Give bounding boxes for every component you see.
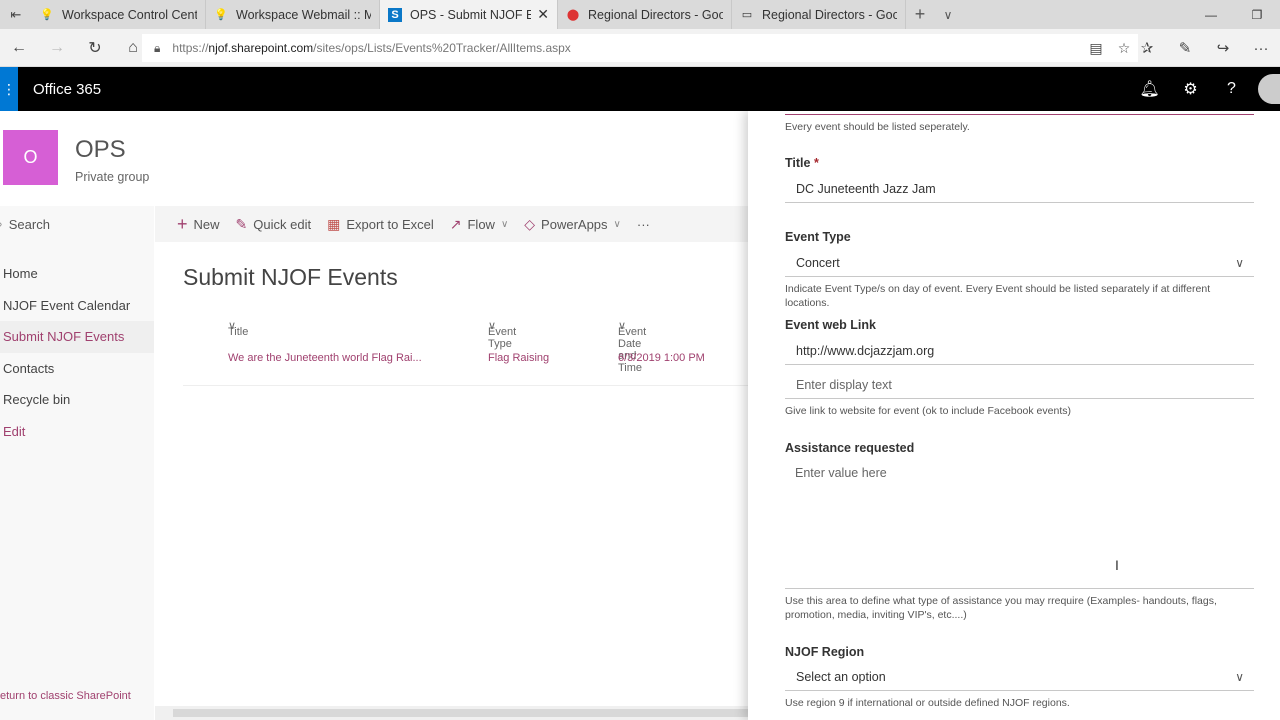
event-link-label: Event web Link (785, 318, 876, 332)
nav-item-edit[interactable]: Edit (0, 416, 154, 448)
avatar[interactable] (1258, 74, 1280, 104)
quick-edit-button[interactable]: ✎ Quick edit (236, 216, 312, 233)
new-button[interactable]: + New (177, 214, 220, 235)
suite-bar: ⋮ Office 365 🔔︎ ⚙ ? (0, 67, 1280, 111)
pencil-icon: ✎ (235, 215, 248, 232)
chevron-down-icon: ∨ (500, 218, 509, 230)
powerapps-icon: ◇ (524, 215, 536, 232)
site-logo[interactable]: O (3, 130, 58, 185)
edit-item-panel: Every event should be listed seperately.… (748, 111, 1280, 720)
search-box[interactable]: ⌕ Search (0, 206, 154, 242)
flow-icon: ↗ (449, 215, 462, 232)
chevron-down-icon: ∨ (1235, 670, 1244, 684)
favorites-icon[interactable]: ✰ (1128, 29, 1166, 67)
export-excel-button[interactable]: ▦ Export to Excel (327, 216, 434, 233)
reading-view-icon[interactable]: ▤ (1082, 40, 1110, 57)
nav-item-event-calendar[interactable]: NJOF Event Calendar (0, 290, 154, 322)
help-icon[interactable]: ? (1211, 80, 1252, 98)
new-tab-icon[interactable]: + (906, 0, 934, 29)
horizontal-scrollbar[interactable] (155, 706, 748, 720)
nav-item-home[interactable]: Home (0, 258, 154, 290)
region-help: Use region 9 if international or outside… (785, 697, 1070, 709)
chevron-down-icon[interactable]: ∨ (934, 0, 962, 29)
event-type-help: Indicate Event Type/s on day of event. E… (785, 283, 1211, 309)
address-bar[interactable]: 🔒︎ https://njof.sharepoint.com/sites/ops… (142, 34, 1138, 62)
scrollbar-thumb[interactable] (173, 709, 748, 717)
refresh-icon[interactable]: ↻ (76, 29, 114, 67)
list-header: Title ∨ Event Type ∨ Event Date and Time… (183, 312, 748, 374)
close-tab-icon[interactable]: ✕ (537, 6, 549, 23)
assistance-label: Assistance requested (785, 441, 915, 455)
app-launcher-icon[interactable]: ⋮ (0, 67, 18, 111)
event-link-help: Give link to website for event (ok to in… (785, 405, 1071, 417)
chevron-down-icon: ∨ (1235, 256, 1244, 270)
browser-tab[interactable]: ⬤ Regional Directors - Google (558, 0, 732, 29)
map-pin-icon: ⬤ (566, 9, 580, 21)
command-bar: + New ✎ Quick edit ▦ Export to Excel ↗ Flow ∨… (155, 206, 748, 242)
sharepoint-icon: S (388, 7, 402, 22)
cell-date: 6/3/2019 1:00 PM (618, 352, 705, 364)
column-header-event-type[interactable]: Event Type ∨ (488, 319, 516, 350)
restore-icon[interactable]: ❐ (1234, 0, 1280, 29)
browser-tab-bar: ⇤ 💡 Workspace Control Center 💡 Workspace… (0, 0, 1280, 29)
assistance-help: Use this area to define what type of ass… (785, 595, 1217, 621)
more-icon[interactable]: ··· (1242, 29, 1280, 67)
browser-tab[interactable]: 💡 Workspace Control Center (32, 0, 206, 29)
gear-icon[interactable]: ⚙ (1170, 79, 1211, 99)
search-icon: ⌕ (0, 217, 3, 232)
column-header-date[interactable]: Event Date and Time ∨ (618, 319, 646, 374)
lock-icon: 🔒︎ (154, 40, 161, 55)
table-row[interactable]: We are the Juneteenth world Flag Rai... … (183, 342, 748, 386)
column-header-title[interactable]: Title ∨ (228, 319, 248, 338)
site-subtitle: Private group (75, 170, 150, 184)
site-title[interactable]: OPS (75, 136, 126, 164)
plus-icon: + (177, 213, 188, 234)
share-icon[interactable]: ↪ (1204, 29, 1242, 67)
minimize-icon[interactable]: — (1188, 0, 1234, 29)
event-type-dropdown[interactable]: Concert ∨ (785, 250, 1254, 277)
text-cursor-icon: I (1115, 557, 1119, 573)
assistance-textarea[interactable]: Enter value here (785, 461, 1254, 589)
field-underline (785, 111, 1254, 115)
region-dropdown[interactable]: Select an option ∨ (785, 664, 1254, 691)
page-icon: ▭ (741, 9, 753, 21)
cell-event-type: Flag Raising (488, 352, 550, 364)
more-button[interactable]: ··· (637, 217, 650, 232)
nav-item-recycle-bin[interactable]: Recycle bin (0, 384, 154, 416)
browser-tab[interactable]: ▭ Regional Directors - Google (732, 0, 906, 29)
title-input[interactable]: DC Juneteenth Jazz Jam (785, 176, 1254, 203)
event-type-label: Event Type (785, 230, 851, 244)
lightbulb-icon: 💡 (214, 9, 228, 21)
top-help-text: Every event should be listed seperately. (785, 121, 970, 133)
powerapps-button[interactable]: ◇ PowerApps ∨ (524, 216, 621, 233)
back-icon[interactable]: ← (0, 29, 38, 67)
flow-button[interactable]: ↗ Flow ∨ (450, 216, 509, 233)
event-link-display-input[interactable]: Enter display text (785, 372, 1254, 399)
brand-label[interactable]: Office 365 (33, 81, 101, 98)
forward-icon[interactable]: → (38, 29, 76, 67)
bell-icon[interactable]: 🔔︎ (1129, 79, 1170, 99)
pen-icon[interactable]: ✎ (1166, 29, 1204, 67)
tab-actions-icon[interactable]: ⇤ (0, 0, 32, 29)
page-title: Submit NJOF Events (183, 264, 398, 290)
left-nav: ⌕ Search Home NJOF Event Calendar Submit… (0, 206, 154, 720)
nav-item-submit-events[interactable]: Submit NJOF Events (0, 321, 154, 353)
title-label: Title * (785, 156, 819, 170)
cell-title[interactable]: We are the Juneteenth world Flag Rai... (228, 352, 422, 364)
nav-item-contacts[interactable]: Contacts (0, 353, 154, 385)
excel-icon: ▦ (327, 215, 341, 232)
browser-tab-active[interactable]: S OPS - Submit NJOF Eve ✕ (380, 0, 558, 29)
return-classic-link[interactable]: eturn to classic SharePoint (0, 690, 131, 702)
event-link-url-input[interactable]: http://www.dcjazzjam.org (785, 338, 1254, 365)
browser-nav-bar: ← → ↻ ⌂ 🔒︎ https://njof.sharepoint.com/s… (0, 29, 1280, 67)
chevron-down-icon: ∨ (613, 218, 621, 230)
region-label: NJOF Region (785, 645, 865, 659)
browser-tab[interactable]: 💡 Workspace Webmail :: Mail (206, 0, 380, 29)
lightbulb-icon: 💡 (40, 9, 54, 21)
